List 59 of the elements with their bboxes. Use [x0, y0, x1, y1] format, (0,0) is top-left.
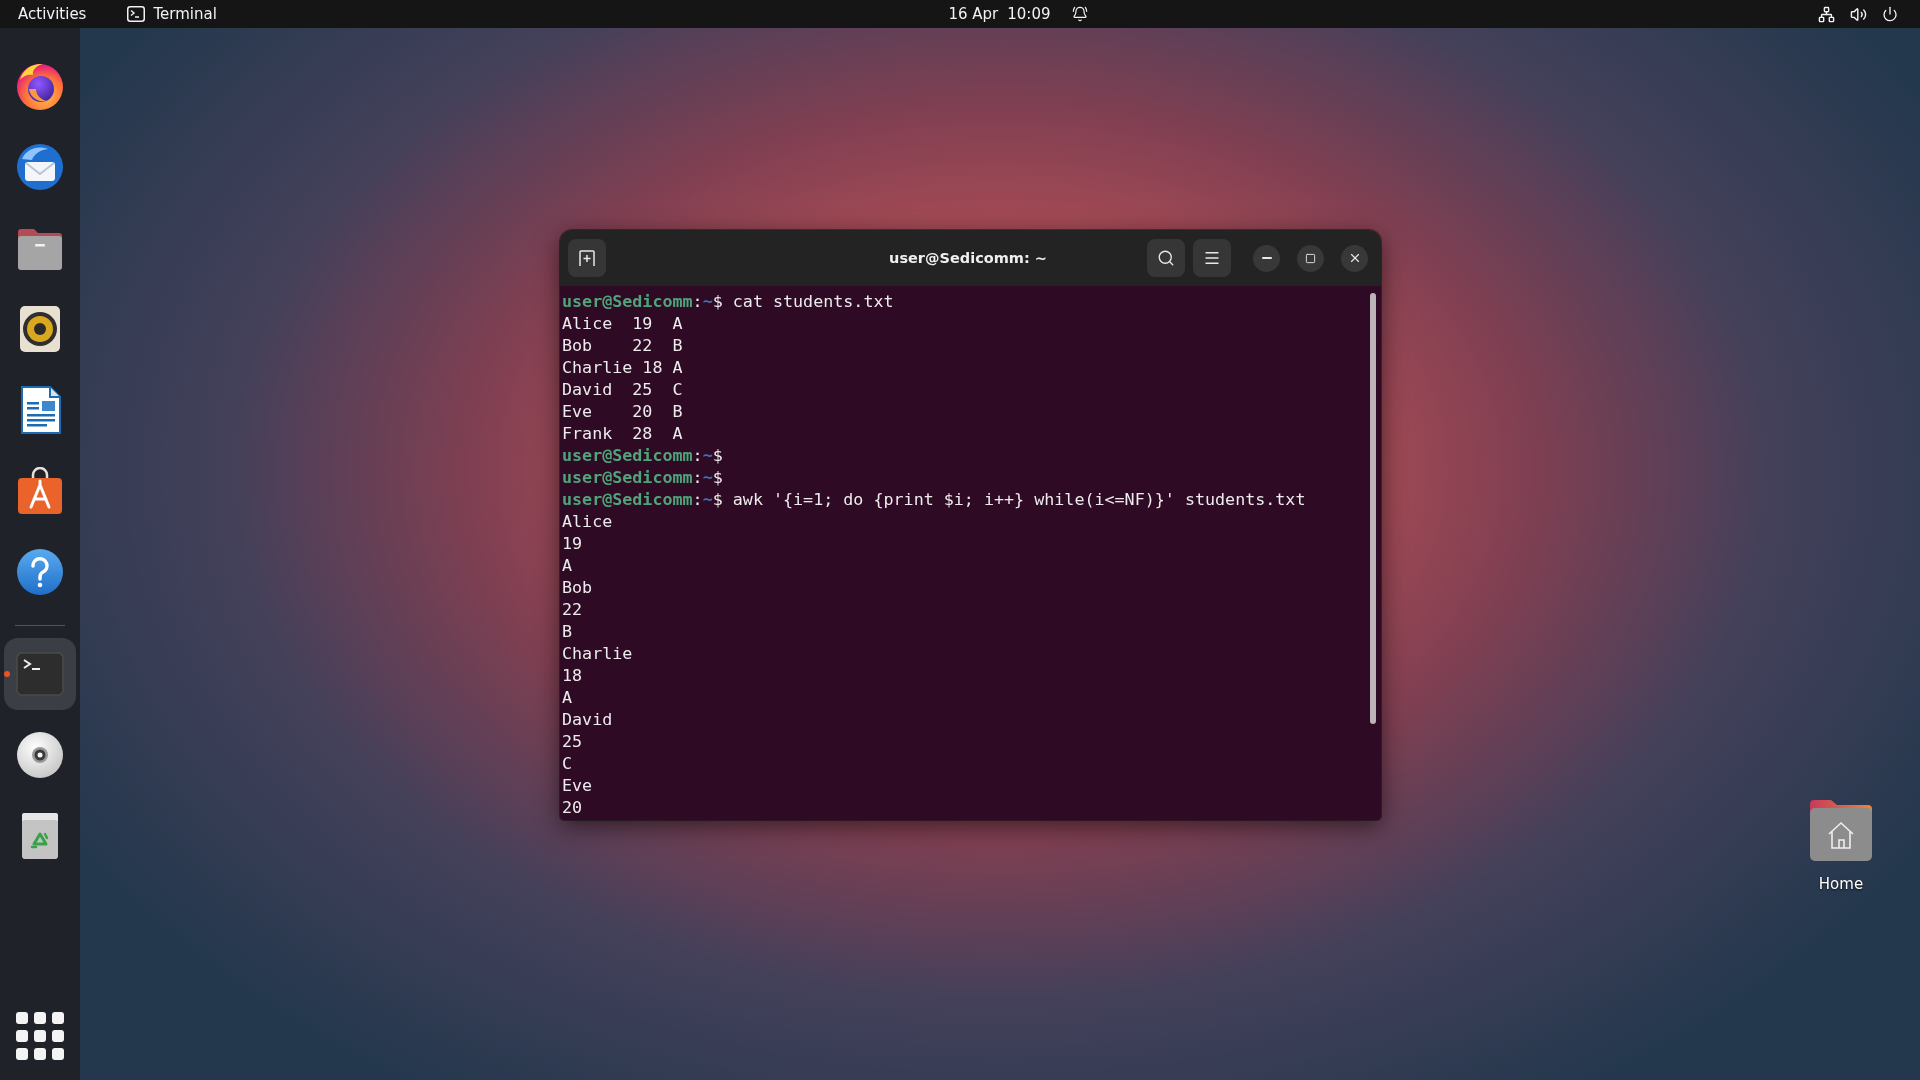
output-line: 20: [562, 796, 583, 818]
network-icon: [1818, 5, 1835, 23]
output-line: Bob: [562, 576, 593, 598]
output-line: 19: [562, 532, 583, 554]
home-folder-icon: [1809, 798, 1873, 862]
shopping-bag-icon: [16, 467, 64, 515]
output-line: B: [562, 620, 573, 642]
prompt-line: user@Sedicomm:~$: [562, 444, 723, 466]
output-line: Eve: [562, 774, 593, 796]
output-line: Charlie: [562, 642, 633, 664]
minimize-button[interactable]: [1253, 244, 1280, 272]
prompt-line: user@Sedicomm:~$: [562, 466, 723, 488]
close-button[interactable]: [1341, 244, 1368, 272]
show-apps-button[interactable]: [16, 1012, 64, 1060]
app-grid-icon: [16, 1012, 64, 1060]
activities-button[interactable]: Activities: [8, 0, 97, 28]
minimize-icon: [1261, 257, 1272, 259]
menu-button[interactable]: [1193, 239, 1231, 277]
dock-launcher[interactable]: [16, 143, 64, 191]
output-line: Alice: [562, 510, 613, 532]
output-line: David 25 C: [562, 378, 683, 400]
output-line: Frank 28 A: [562, 422, 683, 444]
volume-icon: [1850, 5, 1867, 23]
output-line: David: [562, 708, 613, 730]
output-line: Eve 20 B: [562, 400, 683, 422]
output-line: C: [562, 752, 573, 774]
prompt-line: user@Sedicomm:~$ awk '{i=1; do {print $i; i++} while(i<=NF)}' students.txt: [562, 488, 1306, 510]
dock-launcher[interactable]: [16, 731, 64, 779]
output-line: Alice 19 A: [562, 312, 683, 334]
output-line: A: [562, 686, 573, 708]
maximize-button[interactable]: [1297, 244, 1324, 272]
prompt-line: user@Sedicomm:~$ cat students.txt: [562, 290, 894, 312]
scrollbar[interactable]: [1370, 293, 1376, 724]
bell-icon: [1071, 6, 1088, 22]
terminal-icon: [16, 650, 64, 698]
window-title: user@Sedicomm: ~: [889, 250, 1047, 266]
menu-icon: [1203, 249, 1221, 267]
output-line: Charlie 18 A: [562, 356, 683, 378]
clock-button[interactable]: 16 Apr 10:09: [938, 0, 1098, 28]
output-line: 25: [562, 730, 583, 752]
disc-icon: [16, 731, 64, 779]
terminal-icon: [127, 6, 146, 22]
envelope-icon: [16, 143, 64, 191]
power-icon: [1882, 6, 1898, 22]
new-tab-button[interactable]: [568, 239, 606, 277]
dock-launcher[interactable]: [16, 62, 64, 110]
search-button[interactable]: [1147, 239, 1185, 277]
maximize-icon: [1305, 252, 1316, 264]
flame-globe-icon: [16, 62, 64, 110]
dock-launcher[interactable]: [16, 548, 64, 596]
app-menu-button[interactable]: Terminal: [117, 0, 227, 28]
tab-plus-icon: [579, 250, 595, 266]
help-icon: [16, 548, 64, 596]
output-line: Bob 22 B: [562, 334, 683, 356]
output-line: A: [562, 554, 573, 576]
dock-launcher[interactable]: [16, 467, 64, 515]
search-icon: [1157, 249, 1175, 267]
output-line: 22: [562, 598, 583, 620]
output-line: 18: [562, 664, 583, 686]
